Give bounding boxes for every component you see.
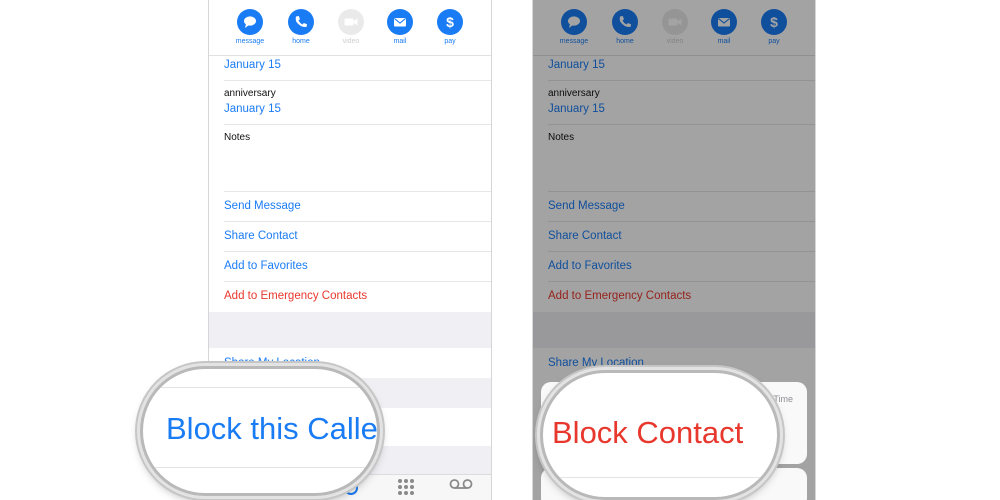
magnifier-right: Block Contact [540,370,780,500]
share-contact-link[interactable]: Share Contact [224,230,298,242]
divider [224,251,491,252]
pay-label: pay [444,38,456,45]
notes-label[interactable]: Notes [224,132,250,143]
message-label: message [235,38,265,45]
divider [224,191,491,192]
video-button[interactable]: video [331,9,371,45]
mail-label: mail [393,38,407,45]
video-label: video [342,38,360,45]
divider [224,281,491,282]
mail-button[interactable]: mail [380,9,420,45]
add-to-favorites-link[interactable]: Add to Favorites [224,260,308,272]
envelope-icon [387,9,413,35]
phone-icon [288,9,314,35]
dollar-icon: $ [437,9,463,35]
send-message-link[interactable]: Send Message [224,200,301,212]
tutorial-image: message home video mail $ pay January 15… [0,0,1000,500]
pay-button[interactable]: $ pay [430,9,470,45]
date-value[interactable]: January 15 [224,59,281,71]
divider [224,124,491,125]
divider [543,477,777,478]
section-gap [209,312,491,348]
add-to-emergency-contacts-link[interactable]: Add to Emergency Contacts [224,290,367,302]
block-contact-button[interactable]: Block Contact [552,415,743,451]
keypad-icon[interactable] [398,479,414,495]
block-this-caller-button[interactable]: Block this Calle [166,411,377,447]
video-camera-icon [338,9,364,35]
divider [224,80,491,81]
message-button[interactable]: message [230,9,270,45]
action-buttons-row: message home video mail $ pay [209,0,491,56]
speech-bubble-icon [237,9,263,35]
divider [143,387,377,388]
home-call-button[interactable]: home [281,9,321,45]
anniversary-value[interactable]: January 15 [224,103,281,115]
divider [224,221,491,222]
voicemail-icon[interactable] [449,477,473,495]
home-label: home [292,38,310,45]
sheet-partial-text: Time [773,394,793,404]
magnifier-left: Block this Calle [140,366,380,496]
anniversary-label: anniversary [224,88,276,99]
divider [143,467,377,468]
